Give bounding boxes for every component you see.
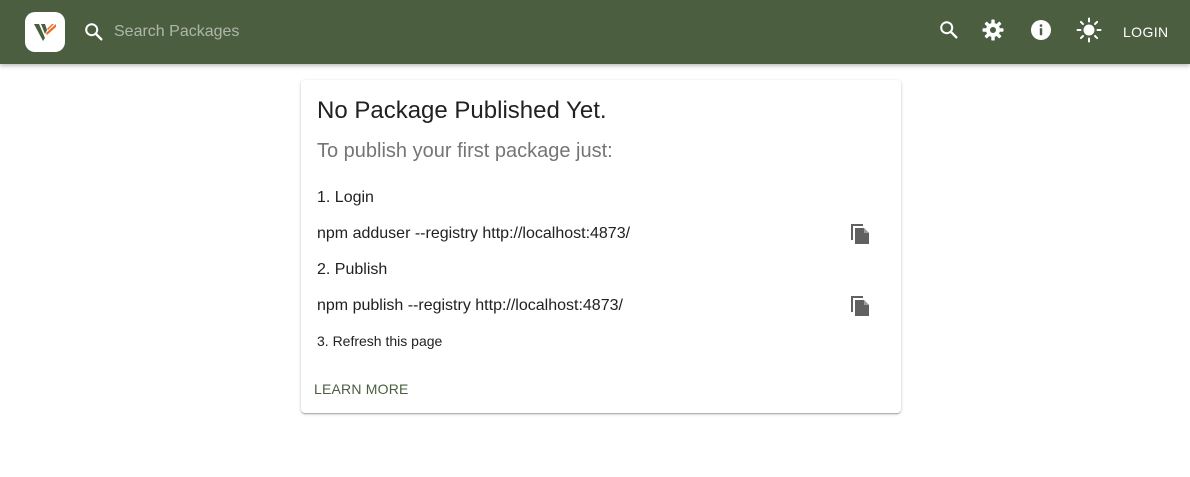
- verdaccio-logo-icon[interactable]: [25, 12, 65, 52]
- search-icon: [82, 20, 106, 44]
- copy-icon: [849, 292, 871, 321]
- card-subtitle: To publish your first package just:: [317, 140, 613, 162]
- empty-state-card: No Package Published Yet. To publish you…: [301, 80, 901, 413]
- step-publish-label: 2. Publish: [317, 261, 388, 278]
- login-button[interactable]: LOGIN: [1115, 20, 1177, 44]
- settings-button[interactable]: [977, 16, 1009, 48]
- card-title: No Package Published Yet.: [317, 97, 607, 124]
- copy-button[interactable]: [848, 292, 872, 320]
- sun-icon: [1076, 17, 1102, 48]
- gear-icon: [981, 18, 1005, 47]
- theme-toggle-button[interactable]: [1073, 16, 1105, 48]
- search-icon: [938, 19, 960, 46]
- learn-more-button[interactable]: LEARN MORE: [314, 379, 409, 399]
- command-text: npm adduser --registry http://localhost:…: [317, 225, 631, 242]
- command-row-publish: npm publish --registry http://localhost:…: [317, 292, 877, 320]
- step-refresh-label: 3. Refresh this page: [317, 333, 443, 349]
- info-button[interactable]: [1025, 16, 1057, 48]
- command-row-adduser: npm adduser --registry http://localhost:…: [317, 220, 877, 248]
- search-bar: [80, 14, 460, 50]
- copy-button[interactable]: [848, 220, 872, 248]
- step-login-label: 1. Login: [317, 189, 374, 206]
- search-button[interactable]: [933, 16, 965, 48]
- info-icon: [1029, 18, 1053, 47]
- copy-icon: [849, 220, 871, 249]
- command-text: npm publish --registry http://localhost:…: [317, 297, 623, 314]
- app-bar: LOGIN: [0, 0, 1190, 64]
- search-input[interactable]: [114, 23, 434, 41]
